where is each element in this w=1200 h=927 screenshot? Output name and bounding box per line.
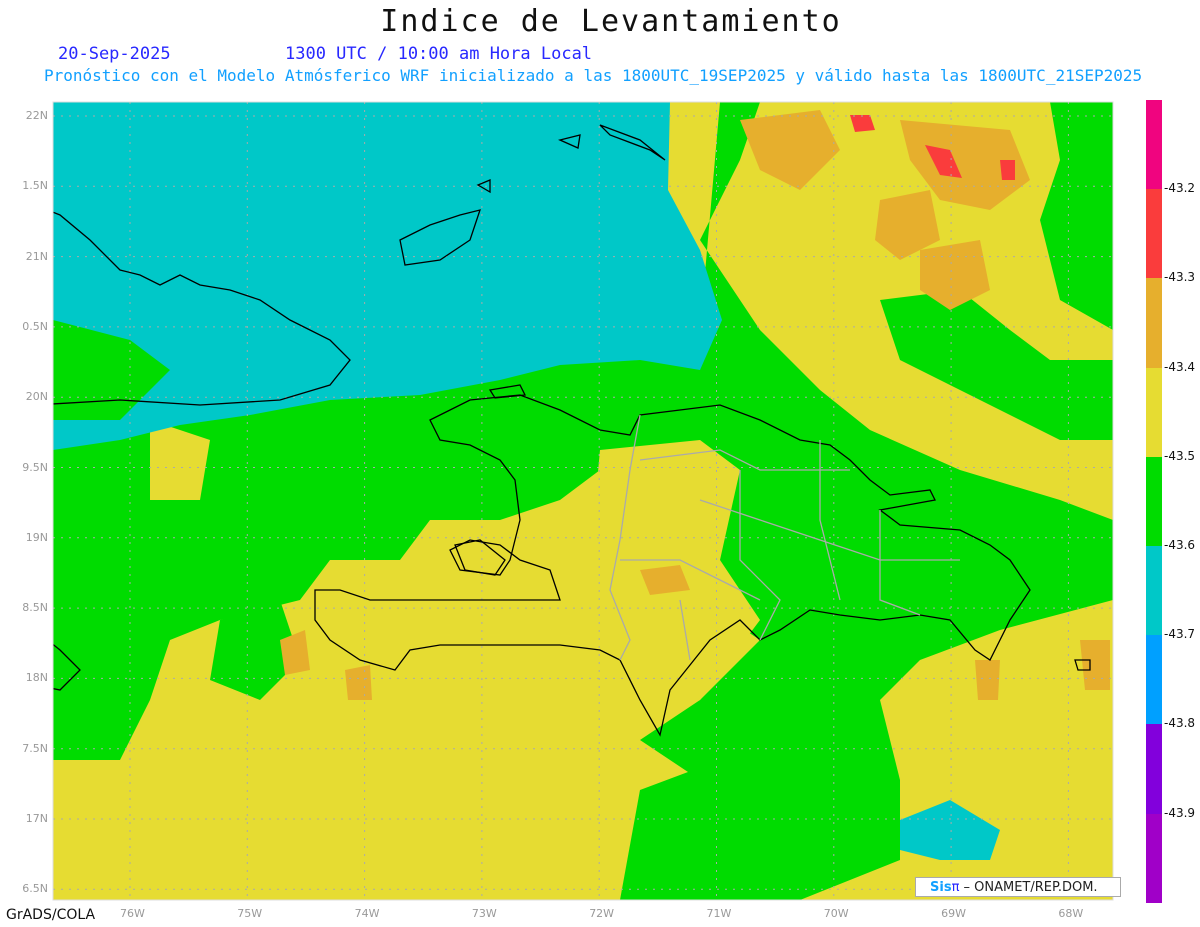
lat-label: 0.5N [22, 319, 48, 333]
lon-label: 74W [354, 907, 380, 920]
colorbar-label: -43.3 [1164, 270, 1196, 285]
colorbar-swatch [1146, 546, 1162, 636]
lifted-index-map [52, 101, 1114, 901]
lat-label: 17N [25, 812, 48, 825]
lon-label: 68W [1058, 907, 1084, 920]
lat-label: 7.5N [22, 741, 48, 755]
colorbar-label: -43.4 [1164, 359, 1196, 374]
lat-label: 1.5N [22, 179, 48, 193]
colorbar-swatch [1146, 189, 1162, 279]
colorbar-swatch [1146, 456, 1162, 546]
colorbar-swatch [1146, 367, 1162, 457]
lat-label: 19N [25, 530, 48, 544]
grads-credit: GrADS/COLA [6, 907, 96, 923]
lon-label: 75W [237, 907, 263, 920]
lat-label: 6.5N [22, 882, 48, 896]
lon-label: 70W [823, 907, 849, 920]
colorbar-swatch [1146, 100, 1162, 190]
badge-text: – ONAMET/REP.DOM. [959, 880, 1098, 895]
onamet-badge: Sisπ – ONAMET/REP.DOM. [915, 877, 1121, 897]
colorbar-label: -43.8 [1164, 716, 1196, 731]
lon-label: 76W [120, 907, 145, 920]
colorbar-label: -43.7 [1164, 627, 1196, 642]
lat-label: 20N [25, 390, 48, 404]
lon-label: 69W [941, 907, 966, 920]
lon-label: 72W [589, 907, 615, 920]
colorbar-label: -43.6 [1164, 538, 1196, 552]
sis-logo: Sis [930, 880, 952, 895]
colorbar-label: -43.9 [1164, 805, 1196, 820]
lon-label: 71W [706, 907, 732, 920]
lat-label: 22N [25, 109, 48, 122]
lat-label: 18N [25, 671, 48, 685]
colorbar-swatch [1146, 724, 1162, 814]
colorbar-label: -43.5 [1164, 448, 1196, 463]
lon-label: 73W [471, 907, 497, 920]
lat-label: 21N [25, 249, 48, 263]
colorbar-swatch [1146, 635, 1162, 725]
lat-label: 8.5N [22, 601, 48, 615]
colorbar-swatch [1146, 813, 1162, 903]
lat-label: 9.5N [22, 460, 48, 474]
colorbar-swatch [1146, 278, 1162, 368]
colorbar-label: -43.2 [1164, 181, 1196, 196]
